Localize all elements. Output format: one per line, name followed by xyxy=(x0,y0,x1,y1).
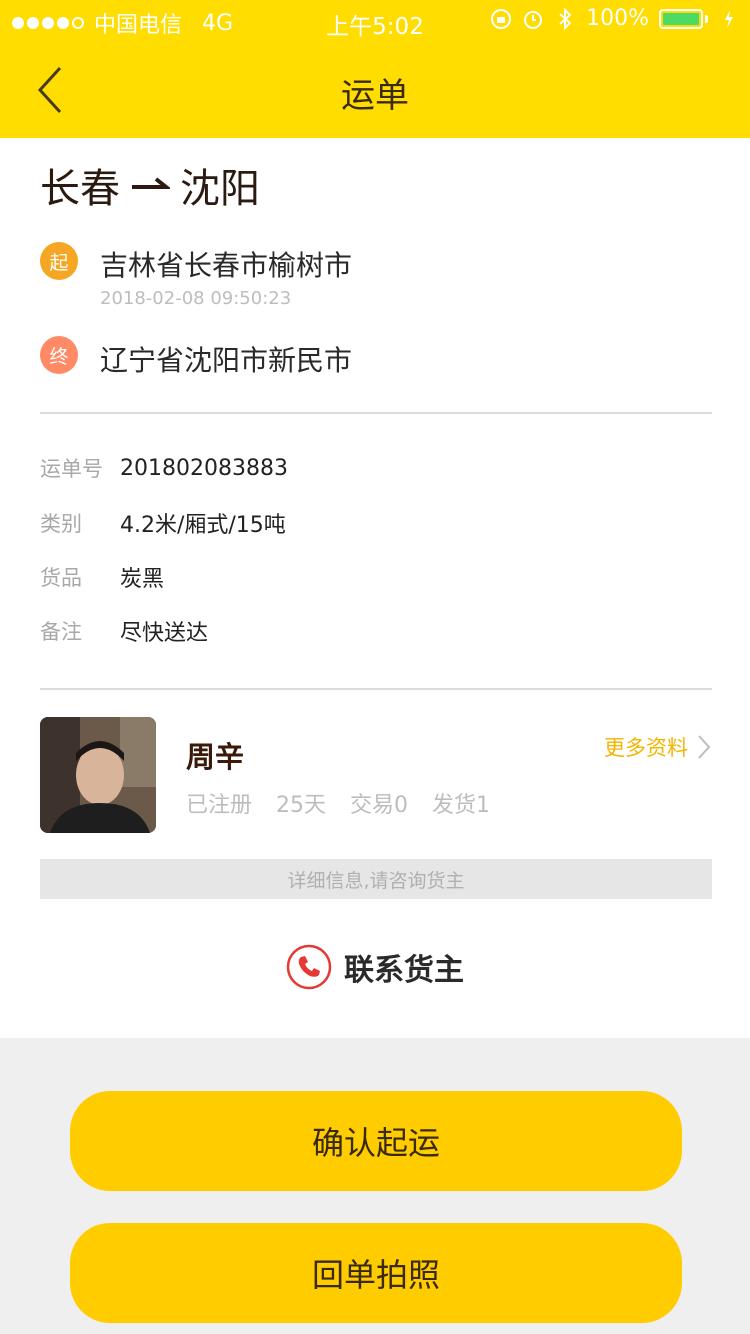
confirm-departure-button[interactable]: 确认起运 xyxy=(70,1091,682,1191)
owner-name: 周辛 xyxy=(186,740,245,774)
phone-icon xyxy=(286,944,332,990)
avatar xyxy=(40,717,156,833)
charging-icon xyxy=(718,8,740,30)
start-time: 2018-02-08 09:50:23 xyxy=(100,288,292,309)
status-right: 100% xyxy=(490,6,740,31)
detail-row-remark: 备注 尽快送达 xyxy=(40,615,208,647)
divider xyxy=(40,412,712,414)
divider xyxy=(40,688,712,690)
stat-registered: 已注册 xyxy=(186,793,253,818)
contact-owner-label: 联系货主 xyxy=(344,953,464,988)
page-title: 运单 xyxy=(341,76,409,116)
receipt-photo-button[interactable]: 回单拍照 xyxy=(70,1223,682,1323)
detail-value: 尽快送达 xyxy=(120,621,209,646)
chevron-right-icon xyxy=(698,735,711,759)
stat-days: 25天 xyxy=(276,793,327,818)
header-bar: 中国电信 4G 上午5:02 100% 运单 xyxy=(0,0,750,138)
end-place: 辽宁省沈阳市新民市 xyxy=(100,344,353,377)
detail-value: 4.2米/厢式/15吨 xyxy=(120,513,286,538)
to-city: 沈阳 xyxy=(180,166,260,212)
more-info-label: 更多资料 xyxy=(604,736,688,760)
battery-label: 100% xyxy=(586,6,649,31)
stat-shipments: 发货1 xyxy=(432,793,491,818)
arrow-right-icon xyxy=(132,177,170,189)
bluetooth-icon xyxy=(554,7,576,30)
detail-row-category: 类别 4.2米/厢式/15吨 xyxy=(40,507,286,539)
contact-owner-button[interactable]: 联系货主 xyxy=(0,944,750,990)
stat-trades: 交易0 xyxy=(350,793,409,818)
start-place: 吉林省长春市榆树市 xyxy=(100,249,353,282)
detail-label: 运单号 xyxy=(40,457,103,481)
detail-row-waybill: 运单号 201802083883 xyxy=(40,453,288,483)
from-city: 长春 xyxy=(40,166,120,212)
rotation-lock-icon xyxy=(490,8,512,30)
end-badge: 终 xyxy=(40,336,78,374)
detail-label: 货品 xyxy=(40,566,82,590)
detail-label: 备注 xyxy=(40,620,82,644)
detail-value: 炭黑 xyxy=(120,567,165,592)
alarm-icon xyxy=(522,8,544,30)
detail-label: 类别 xyxy=(40,512,82,536)
route-title: 长春 沈阳 xyxy=(40,156,260,214)
more-info-link[interactable]: 更多资料 xyxy=(604,732,712,762)
detail-value: 201802083883 xyxy=(120,455,288,481)
battery-icon xyxy=(659,8,708,29)
notice-bar: 详细信息,请咨询货主 xyxy=(40,859,712,899)
detail-row-goods: 货品 炭黑 xyxy=(40,561,164,593)
start-badge: 起 xyxy=(40,242,78,280)
status-bar: 中国电信 4G 上午5:02 100% xyxy=(0,0,750,40)
owner-stats: 已注册 25天 交易0 发货1 xyxy=(186,787,490,819)
